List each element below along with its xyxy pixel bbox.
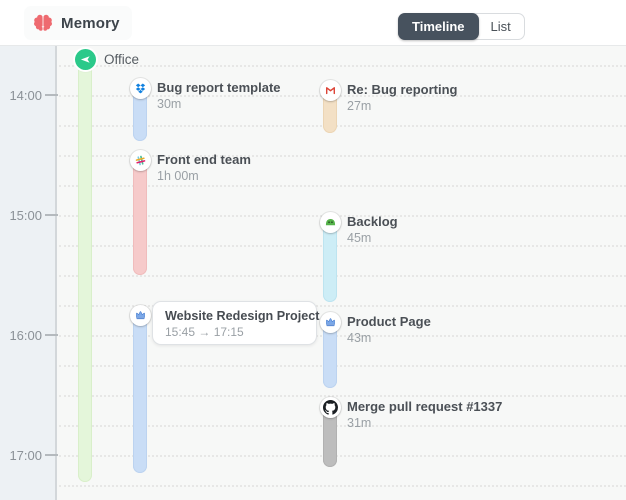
app-header: Memory Timeline List xyxy=(0,0,626,46)
entry-duration: 1h 00m xyxy=(157,169,199,183)
entry-tooltip: Website Redesign Project 15:45 → 17:15 xyxy=(152,301,320,345)
hour-tick xyxy=(45,214,58,216)
entry-duration: 31m xyxy=(347,416,372,430)
office-track-bar[interactable] xyxy=(78,55,92,482)
tab-timeline[interactable]: Timeline xyxy=(398,13,479,40)
github-icon[interactable] xyxy=(320,397,341,418)
gridline xyxy=(59,65,626,67)
dropbox-icon[interactable] xyxy=(130,78,151,99)
brain-icon xyxy=(34,14,52,31)
app-logo[interactable]: Memory xyxy=(24,6,132,40)
gmail-icon[interactable] xyxy=(320,80,341,101)
hour-tick xyxy=(45,334,58,336)
entry-bar-front-end-team[interactable] xyxy=(133,156,147,275)
gridline xyxy=(59,485,626,487)
time-label: 17:00 xyxy=(9,448,42,463)
time-label: 14:00 xyxy=(9,88,42,103)
view-toggle: Timeline List xyxy=(398,13,525,40)
entry-title: Re: Bug reporting xyxy=(347,82,458,97)
time-label: 16:00 xyxy=(9,328,42,343)
entry-duration: 30m xyxy=(157,97,182,111)
app-name: Memory xyxy=(61,14,120,32)
entry-title: Backlog xyxy=(347,214,398,229)
entry-title: Bug report template xyxy=(157,80,281,95)
entry-title: Merge pull request #1337 xyxy=(347,399,503,414)
hour-tick xyxy=(45,94,58,96)
tab-list[interactable]: List xyxy=(478,14,524,39)
hour-tick xyxy=(45,454,58,456)
slack-icon[interactable] xyxy=(130,150,151,171)
monster-icon[interactable] xyxy=(320,212,341,233)
time-axis-gutter xyxy=(0,46,57,500)
memory-app-window: 14:00 15:00 16:00 17:00 Office Bug repor… xyxy=(0,0,626,500)
time-label: 15:00 xyxy=(9,208,42,223)
tooltip-title: Website Redesign Project xyxy=(165,309,320,323)
entry-bar-website-redesign[interactable] xyxy=(133,311,147,473)
gridline xyxy=(59,275,626,277)
entry-duration: 27m xyxy=(347,99,372,113)
m-crown-icon[interactable] xyxy=(130,305,151,326)
entry-duration: 45m xyxy=(347,231,372,245)
tooltip-time-range: 15:45 → 17:15 xyxy=(165,325,244,339)
entry-duration: 43m xyxy=(347,331,372,345)
entry-title: Front end team xyxy=(157,152,251,167)
office-location-icon[interactable] xyxy=(75,49,96,70)
office-track-label: Office xyxy=(104,52,140,67)
navigation-arrow-icon xyxy=(80,56,90,63)
m-crown-icon[interactable] xyxy=(320,312,341,333)
entry-title: Product Page xyxy=(347,314,431,329)
